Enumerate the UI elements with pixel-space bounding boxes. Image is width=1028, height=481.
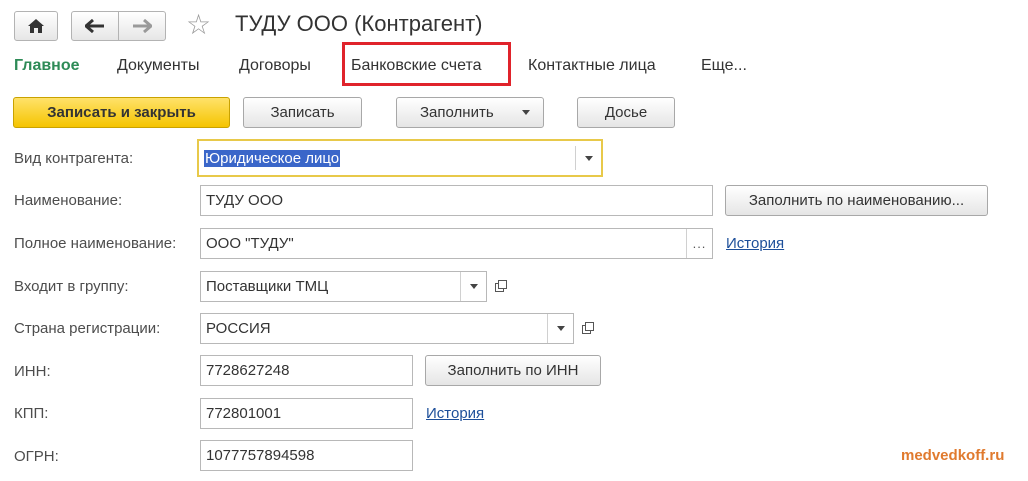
- group-select[interactable]: Поставщики ТМЦ: [200, 271, 487, 302]
- ellipsis-button[interactable]: ...: [686, 229, 712, 258]
- kpp-value: 772801001: [206, 405, 282, 422]
- arrow-right-icon: [133, 19, 152, 33]
- dropdown-button[interactable]: [460, 272, 486, 301]
- full-name-value: ООО "ТУДУ": [206, 235, 294, 252]
- chevron-down-icon: [521, 110, 530, 115]
- back-button[interactable]: [71, 11, 119, 41]
- ogrn-input[interactable]: 1077757894598: [200, 440, 413, 471]
- forward-button[interactable]: [118, 11, 166, 41]
- fill-by-inn-button[interactable]: Заполнить по ИНН: [425, 355, 601, 386]
- kpp-history-link[interactable]: История: [426, 405, 484, 422]
- chevron-down-icon: [584, 155, 593, 161]
- full-name-history-link[interactable]: История: [726, 235, 784, 252]
- kind-label: Вид контрагента:: [14, 150, 134, 167]
- tab-documents[interactable]: Документы: [117, 57, 199, 75]
- kpp-label: КПП:: [14, 405, 49, 422]
- group-label: Входит в группу:: [14, 278, 129, 295]
- home-icon: [28, 19, 44, 33]
- star-icon[interactable]: ☆: [186, 11, 211, 39]
- country-label: Страна регистрации:: [14, 320, 161, 337]
- fill-button-label: Заполнить: [420, 104, 494, 121]
- name-label: Наименование:: [14, 192, 123, 209]
- dossier-button[interactable]: Досье: [577, 97, 675, 128]
- tab-main[interactable]: Главное: [14, 57, 80, 75]
- kpp-input[interactable]: 772801001: [200, 398, 413, 429]
- inn-input[interactable]: 7728627248: [200, 355, 413, 386]
- chevron-down-icon: [556, 326, 565, 331]
- save-button[interactable]: Записать: [243, 97, 362, 128]
- tab-bank-accounts[interactable]: Банковские счета: [351, 57, 481, 75]
- ogrn-value: 1077757894598: [206, 447, 315, 464]
- page-title: ТУДУ ООО (Контрагент): [235, 11, 483, 36]
- country-value: РОССИЯ: [206, 320, 271, 337]
- fill-button[interactable]: Заполнить: [396, 97, 544, 128]
- name-value: ТУДУ ООО: [206, 192, 284, 209]
- kind-select[interactable]: Юридическое лицо: [197, 139, 603, 177]
- save-and-close-button[interactable]: Записать и закрыть: [13, 97, 230, 128]
- open-icon[interactable]: [576, 316, 600, 340]
- inn-value: 7728627248: [206, 362, 290, 379]
- fill-by-name-button[interactable]: Заполнить по наименованию...: [725, 185, 988, 216]
- full-name-label: Полное наименование:: [14, 235, 177, 252]
- country-select[interactable]: РОССИЯ: [200, 313, 574, 344]
- dropdown-button[interactable]: [547, 314, 573, 343]
- tab-contact-persons[interactable]: Контактные лица: [528, 57, 656, 75]
- watermark: medvedkoff.ru: [901, 447, 1005, 464]
- group-value: Поставщики ТМЦ: [206, 278, 329, 295]
- arrow-left-icon: [85, 19, 104, 33]
- home-button[interactable]: [14, 11, 58, 41]
- tab-more[interactable]: Еще...: [701, 57, 747, 75]
- full-name-input[interactable]: ООО "ТУДУ" ...: [200, 228, 713, 259]
- name-input[interactable]: ТУДУ ООО: [200, 185, 713, 216]
- ogrn-label: ОГРН:: [14, 448, 59, 465]
- inn-label: ИНН:: [14, 363, 51, 380]
- tab-contracts[interactable]: Договоры: [239, 57, 311, 75]
- kind-value: Юридическое лицо: [204, 149, 341, 167]
- chevron-down-icon: [469, 284, 478, 289]
- dropdown-button[interactable]: [575, 146, 601, 170]
- open-icon[interactable]: [489, 274, 513, 298]
